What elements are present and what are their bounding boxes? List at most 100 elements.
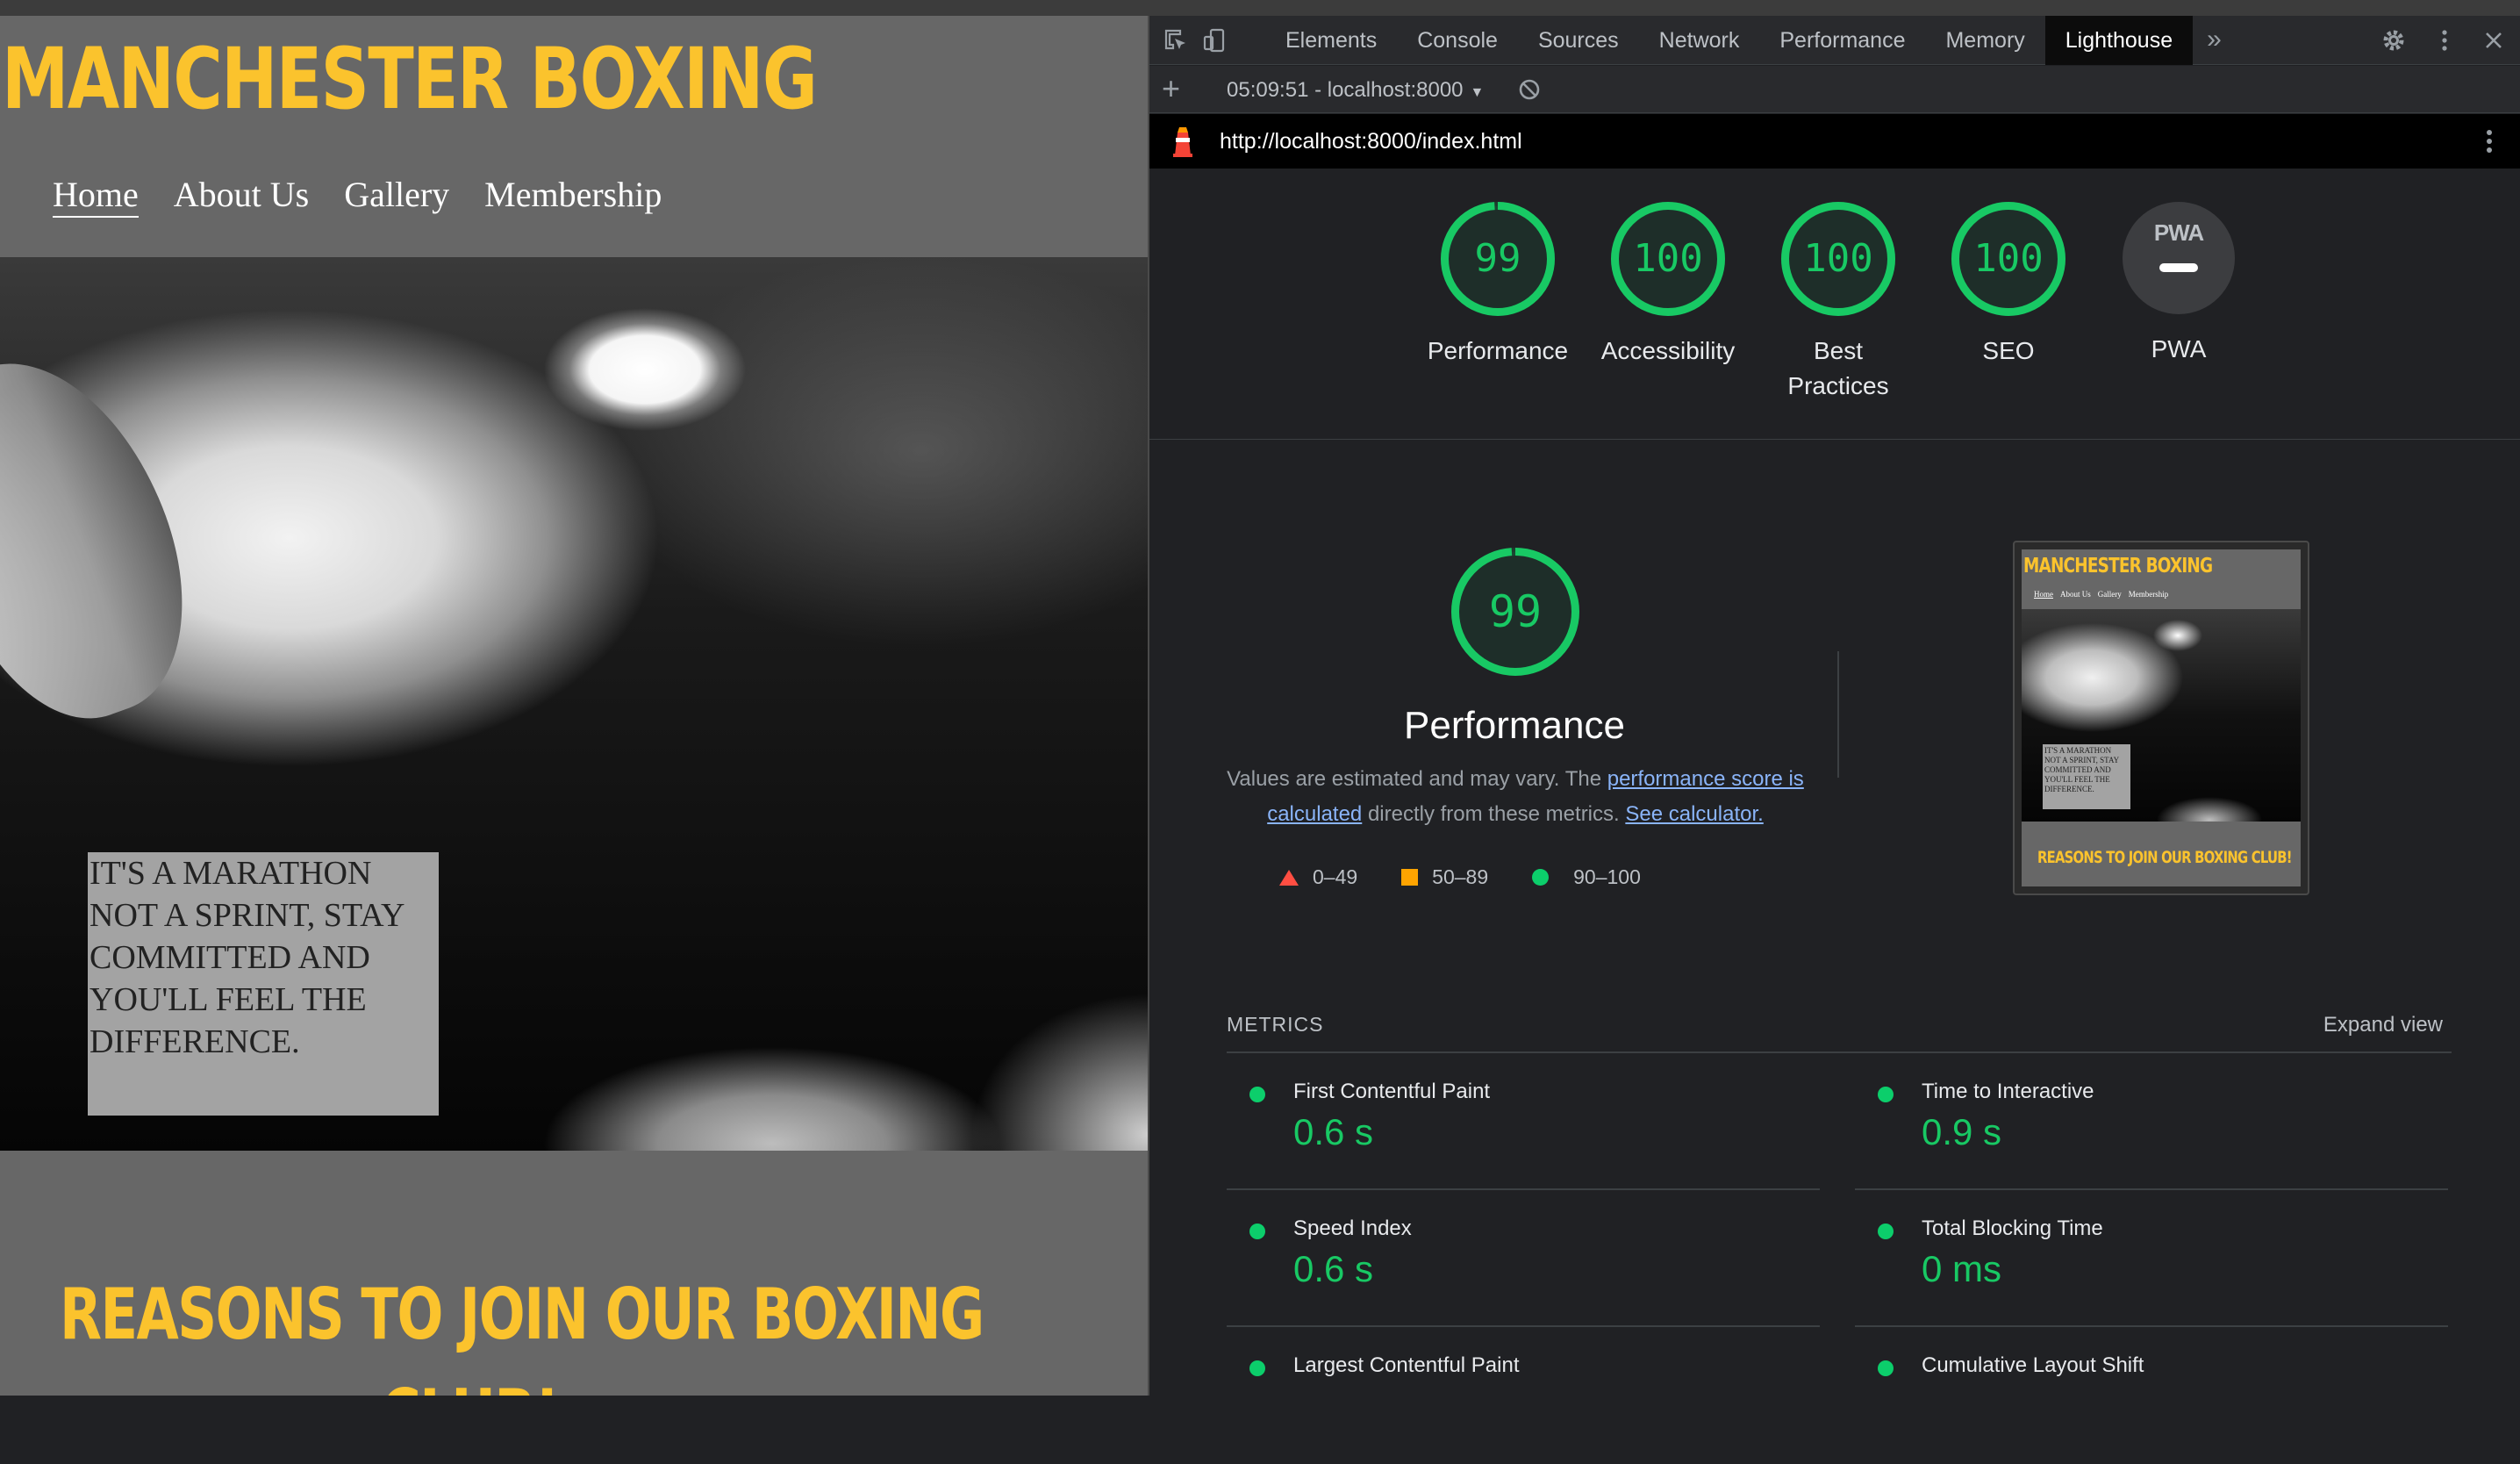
metric-speed-index[interactable]: Speed Index 0.6 s: [1227, 1190, 1820, 1327]
legend-fail-label: 0–49: [1313, 865, 1358, 888]
thumbnail-page: MANCHESTER BOXING Home About Us Gallery …: [2022, 549, 2301, 886]
gear-icon[interactable]: [2380, 26, 2408, 54]
thumbnail-nav-item: Home: [2034, 590, 2053, 599]
gauge-label: Performance: [1427, 337, 1569, 364]
final-screenshot-thumbnail[interactable]: MANCHESTER BOXING Home About Us Gallery …: [2013, 541, 2309, 895]
pwa-dash: [2159, 263, 2198, 272]
lighthouse-toolbar: + 05:09:51 - localhost:8000 ▼: [1149, 66, 2520, 113]
pwa-badge-icon: PWA: [2123, 202, 2235, 314]
devtools-tabbar: Elements Console Sources Network Perform…: [1149, 16, 2520, 65]
pass-dot-icon: [1249, 1087, 1265, 1102]
gauge-score: 100: [1633, 236, 1703, 281]
gauge-label: Accessibility: [1600, 337, 1736, 364]
nav-gallery[interactable]: Gallery: [344, 174, 449, 218]
gauge-ring: 100: [1781, 202, 1895, 316]
pass-dot-icon: [1878, 1087, 1894, 1102]
window-top-strip: [0, 0, 2520, 16]
inspect-element-icon[interactable]: [1162, 26, 1190, 54]
metric-total-blocking-time[interactable]: Total Blocking Time 0 ms: [1855, 1190, 2448, 1327]
metric-first-contentful-paint[interactable]: First Contentful Paint 0.6 s: [1227, 1053, 1820, 1190]
nav-membership[interactable]: Membership: [484, 174, 662, 218]
expand-view-toggle[interactable]: Expand view: [2323, 1013, 2443, 1037]
thumbnail-nav-item: Membership: [2128, 590, 2169, 599]
thumbnail-title: MANCHESTER BOXING: [2023, 555, 2213, 578]
gauge-performance[interactable]: 99 Performance: [1413, 202, 1583, 404]
more-tabs-icon[interactable]: »: [2193, 16, 2236, 65]
caret-down-icon: ▼: [1470, 85, 1485, 100]
thumbnail-nav-item: Gallery: [2097, 590, 2122, 599]
gauge-score: 100: [1803, 236, 1873, 281]
circle-icon: [1532, 869, 1550, 886]
site-nav: Home About Us Gallery Membership: [53, 174, 662, 218]
hero-quote: IT'S A MARATHON NOT A SPRINT, STAY COMMI…: [88, 852, 439, 1116]
gauge-ring: 99: [1441, 202, 1555, 316]
tab-sources[interactable]: Sources: [1518, 16, 1639, 65]
report-selector-label: 05:09:51 - localhost:8000: [1227, 78, 1464, 102]
metric-value: 0.6 s: [1293, 1248, 1374, 1289]
report-menu-icon[interactable]: [2485, 126, 2494, 158]
site-title: MANCHESTER BOXING: [2, 30, 818, 128]
metric-time-to-interactive[interactable]: Time to Interactive 0.9 s: [1855, 1053, 2448, 1190]
see-calculator-link[interactable]: See calculator.: [1625, 802, 1763, 826]
new-report-icon[interactable]: +: [1162, 73, 1180, 104]
gauge-score: 99: [1474, 236, 1521, 281]
thumbnail-nav-item: About Us: [2060, 590, 2091, 599]
nav-home[interactable]: Home: [53, 174, 139, 218]
gauge-accessibility[interactable]: 100 Accessibility: [1583, 202, 1753, 404]
report-url[interactable]: http://localhost:8000/index.html: [1220, 129, 1522, 154]
metric-name: Total Blocking Time: [1922, 1216, 2103, 1240]
thumbnail-reasons: REASONS TO JOIN OUR BOXING CLUB!: [2037, 848, 2293, 867]
score-legend: 0–49 50–89 90–100: [1279, 865, 1685, 889]
metric-name: Time to Interactive: [1922, 1080, 2094, 1103]
metric-name: Cumulative Layout Shift: [1922, 1353, 2144, 1377]
performance-score: 99: [1488, 586, 1543, 637]
metric-largest-contentful-paint[interactable]: Largest Contentful Paint: [1227, 1327, 1820, 1464]
legend-pass-label: 90–100: [1573, 865, 1641, 888]
tab-performance[interactable]: Performance: [1759, 16, 1925, 65]
legend-average-label: 50–89: [1432, 865, 1489, 888]
gauge-label: SEO: [1982, 337, 2035, 364]
kebab-menu-icon[interactable]: [2431, 26, 2459, 54]
hero-image: IT'S A MARATHON NOT A SPRINT, STAY COMMI…: [0, 257, 1148, 1151]
gauge-score: 100: [1973, 236, 2044, 281]
close-icon[interactable]: [2480, 26, 2508, 54]
legend-average: 50–89: [1401, 865, 1488, 889]
reasons-heading-line1: REASONS TO JOIN OUR BOXING: [60, 1274, 984, 1355]
metric-cumulative-layout-shift[interactable]: Cumulative Layout Shift: [1855, 1327, 2448, 1464]
square-icon: [1401, 869, 1419, 886]
legend-fail: 0–49: [1279, 865, 1357, 889]
gauge-best-practices[interactable]: 100 Best Practices: [1753, 202, 1923, 404]
pass-dot-icon: [1249, 1224, 1265, 1239]
gauge-label: Best Practices: [1787, 337, 1889, 399]
gauge-seo[interactable]: 100 SEO: [1923, 202, 2094, 404]
metric-value: 0.6 s: [1293, 1111, 1374, 1152]
nav-about-us[interactable]: About Us: [174, 174, 309, 218]
reasons-heading-line2: CLUB!: [381, 1363, 1148, 1396]
tab-console[interactable]: Console: [1397, 16, 1518, 65]
tab-network[interactable]: Network: [1639, 16, 1760, 65]
vertical-separator: [1837, 651, 1839, 778]
performance-description: Values are estimated and may vary. The p…: [1221, 762, 1809, 832]
pass-dot-icon: [1249, 1360, 1265, 1376]
tab-elements[interactable]: Elements: [1265, 16, 1397, 65]
metric-value: 0 ms: [1922, 1248, 2002, 1289]
gauge-pwa[interactable]: PWA PWA: [2094, 202, 2264, 404]
pass-dot-icon: [1878, 1224, 1894, 1239]
pwa-badge-text: PWA: [2153, 219, 2204, 246]
metric-name: First Contentful Paint: [1293, 1080, 1491, 1103]
score-gauges: 99 Performance 100 Accessibility 100 Bes…: [1413, 202, 2264, 404]
glove-shape: [0, 327, 224, 750]
report-selector[interactable]: 05:09:51 - localhost:8000 ▼: [1227, 78, 1484, 103]
metrics-heading: METRICS: [1227, 1013, 1324, 1036]
desc-text: Values are estimated and may vary. The: [1227, 767, 1607, 791]
thumbnail-quote: IT'S A MARATHON NOT A SPRINT, STAY COMMI…: [2043, 744, 2130, 809]
desc-text: directly from these metrics.: [1362, 802, 1626, 826]
lighthouse-logo-icon: [1173, 127, 1192, 157]
clear-reports-icon[interactable]: [1516, 76, 1543, 103]
tab-memory[interactable]: Memory: [1925, 16, 2044, 65]
reasons-heading: REASONS TO JOIN OUR BOXING: [60, 1262, 984, 1367]
device-toolbar-icon[interactable]: [1200, 26, 1228, 54]
performance-title: Performance: [1404, 704, 1625, 747]
tab-lighthouse[interactable]: Lighthouse: [2044, 16, 2194, 65]
pass-dot-icon: [1878, 1360, 1894, 1376]
